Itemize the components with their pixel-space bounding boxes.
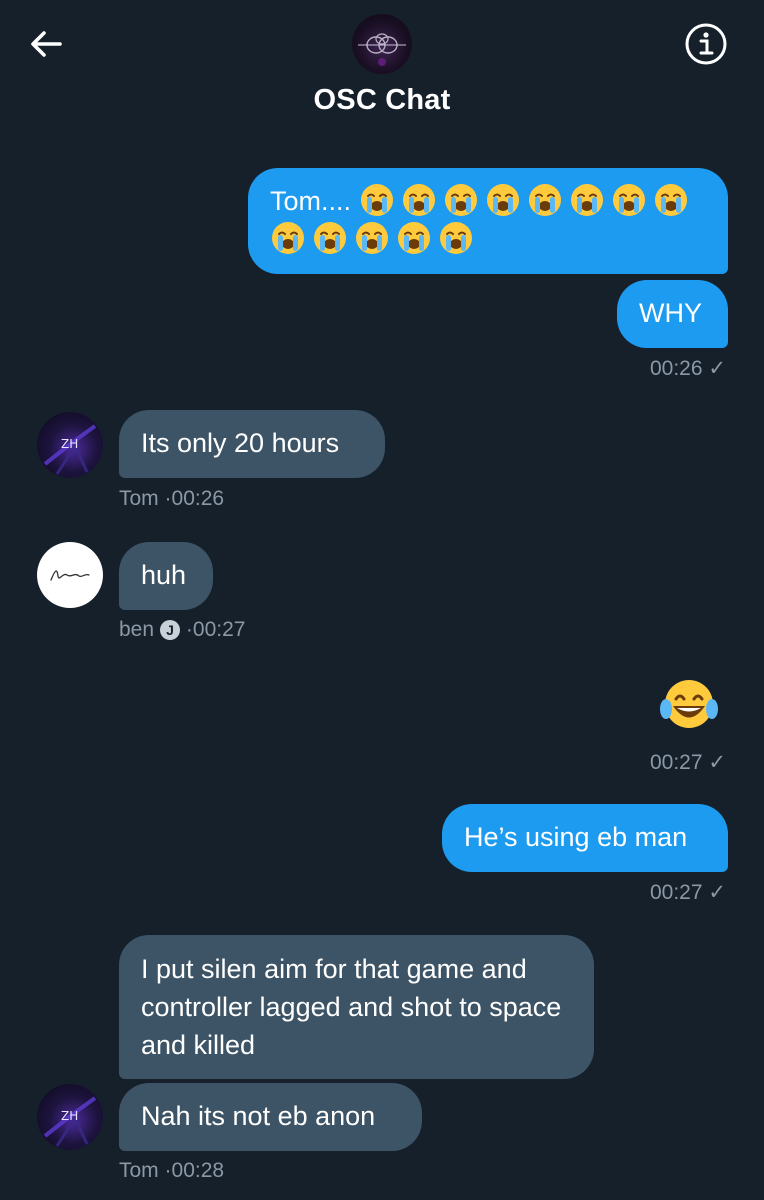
loudly-crying-face-icon — [612, 184, 645, 216]
message-bubble-outgoing[interactable]: Tom.... — [248, 168, 728, 274]
message-text: I put silen aim for that game and contro… — [141, 954, 562, 1060]
group-avatar[interactable] — [352, 14, 412, 74]
loudly-crying-face-icon — [356, 222, 388, 254]
loudly-crying-face-icon — [314, 222, 346, 254]
back-button[interactable] — [26, 24, 66, 64]
message-meta: Tom ·00:28 — [119, 1159, 225, 1182]
message-timestamp: 00:27 ✓ — [649, 881, 726, 904]
signature-logo — [50, 570, 90, 581]
message-bubble-incoming[interactable]: Nah its not eb anon — [119, 1083, 422, 1151]
sent-check-icon: ✓ — [708, 357, 726, 380]
loudly-crying-face-icon — [570, 184, 603, 216]
info-button[interactable] — [684, 22, 728, 66]
sender-name: Tom — [119, 1159, 159, 1182]
face-with-tears-of-joy-icon — [660, 680, 718, 728]
message-text: Nah its not eb anon — [141, 1101, 376, 1131]
sender-name: ben — [119, 618, 155, 641]
message-bubble-incoming[interactable]: Its only 20 hours — [119, 410, 385, 478]
sent-check-icon: ✓ — [708, 751, 726, 774]
loudly-crying-face-icon — [654, 184, 687, 216]
message-text: He’s using eb man — [464, 822, 688, 852]
avatar-tom[interactable]: ZH — [37, 412, 103, 478]
message-text: Its only 20 hours — [141, 428, 340, 458]
sender-name: Tom — [119, 487, 159, 510]
emoji-message[interactable] — [656, 677, 722, 731]
message-timestamp: 00:26 ✓ — [649, 357, 726, 380]
loudly-crying-face-icon — [444, 184, 477, 216]
loudly-crying-face-icon — [402, 184, 435, 216]
avatar-image: ZH — [43, 424, 97, 475]
sent-check-icon: ✓ — [708, 881, 726, 904]
message-bubble-incoming[interactable]: I put silen aim for that game and contro… — [119, 935, 594, 1079]
verified-badge-icon: J — [160, 620, 181, 640]
info-icon — [685, 23, 727, 65]
chat-title[interactable]: OSC Chat — [0, 84, 764, 117]
loudly-crying-face-icon — [486, 184, 519, 216]
message-text: WHY — [639, 298, 702, 328]
avatar-ben[interactable] — [37, 542, 103, 608]
message-bubble-outgoing[interactable]: He’s using eb man — [442, 804, 728, 872]
svg-text:ZH: ZH — [61, 437, 78, 451]
group-logo-icon — [358, 33, 406, 66]
message-bubble-outgoing[interactable]: WHY — [617, 280, 728, 348]
message-timestamp: 00:27 — [192, 618, 246, 641]
avatar-tom[interactable]: ZH — [37, 1084, 103, 1150]
loudly-crying-face-icon — [440, 222, 472, 254]
message-text: huh — [141, 560, 187, 590]
message-text: Tom.... — [270, 186, 352, 216]
message-meta: Tom ·00:26 — [119, 487, 225, 510]
loudly-crying-face-icon — [528, 184, 561, 216]
chat-header: OSC Chat — [0, 0, 764, 130]
svg-text:ZH: ZH — [61, 1109, 78, 1123]
message-timestamp: 00:28 — [171, 1159, 225, 1182]
message-timestamp: 00:27 ✓ — [649, 751, 726, 774]
message-meta: ben J ·00:27 — [119, 618, 246, 641]
loudly-crying-face-icon — [398, 222, 430, 254]
arrow-left-icon — [31, 31, 62, 57]
loudly-crying-face-icon — [360, 184, 393, 216]
loudly-crying-face-icon — [272, 222, 304, 254]
message-bubble-incoming[interactable]: huh — [119, 542, 213, 610]
message-timestamp: 00:26 — [171, 487, 225, 510]
avatar-image: ZH — [43, 1096, 97, 1147]
